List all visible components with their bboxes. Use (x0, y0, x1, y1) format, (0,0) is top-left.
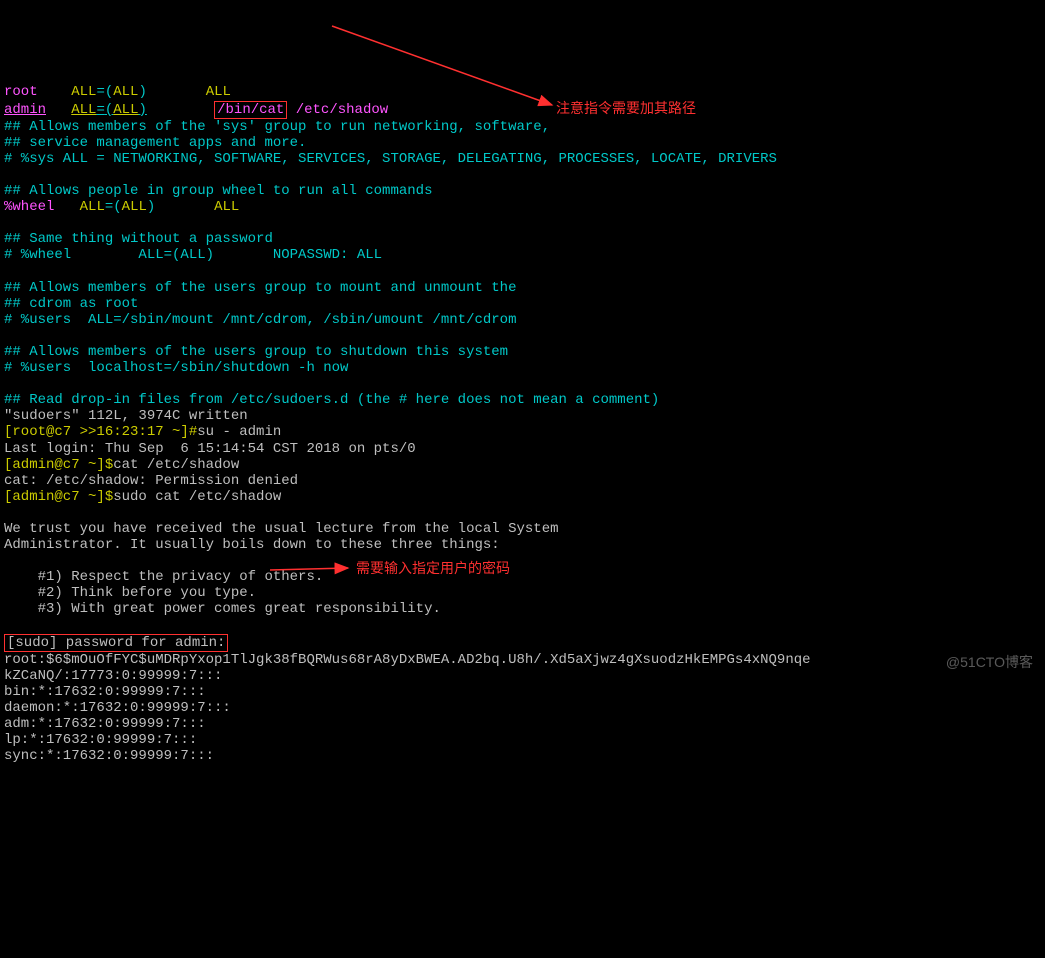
shadow-line: kZCaNQ/:17773:0:99999:7::: (4, 668, 222, 684)
comment: ## Same thing without a password (4, 231, 273, 247)
highlighted-command-path: /bin/cat (214, 101, 287, 119)
group-wheel: %wheel (4, 199, 54, 215)
vim-status: "sudoers" 112L, 3974C written (4, 408, 248, 424)
sudo-rule: #1) Respect the privacy of others. (4, 569, 323, 585)
highlighted-password-prompt: [sudo] password for admin: (4, 634, 228, 652)
sudo-rule: #3) With great power comes great respons… (4, 601, 441, 617)
comment: ## service management apps and more. (4, 135, 306, 151)
cmd-sudo-cat: sudo cat /etc/shadow (113, 489, 281, 505)
comment: ## Allows members of the users group to … (4, 344, 508, 360)
comment: # %sys ALL = NETWORKING, SOFTWARE, SERVI… (4, 151, 777, 167)
runas-all: ALL (113, 84, 138, 100)
terminal-output: root ALL=(ALL) ALL admin ALL=(ALL) /bin/… (4, 68, 1041, 764)
shadow-line: sync:*:17632:0:99999:7::: (4, 748, 214, 764)
comment: ## Read drop-in files from /etc/sudoers.… (4, 392, 659, 408)
shadow-line: root:$6$mOuOfFYC$uMDRpYxop1TlJgk38fBQRWu… (4, 652, 811, 668)
cmd-all: ALL (206, 84, 231, 100)
prompt-root: [root@c7 >>16:23:17 ~]# (4, 424, 197, 440)
paren: ) (138, 102, 146, 118)
paren: ) (147, 199, 155, 215)
user-root: root (4, 84, 38, 100)
paren: ) (138, 84, 146, 100)
comment: ## Allows members of the 'sys' group to … (4, 119, 550, 135)
runas-all: ALL (113, 102, 138, 118)
annotation-note-password: 需要输入指定用户的密码 (356, 560, 510, 576)
comment: ## Allows members of the users group to … (4, 280, 516, 296)
spec-all: ALL (71, 102, 96, 118)
eq: = (96, 102, 104, 118)
paren: ( (105, 84, 113, 100)
error-perm-denied: cat: /etc/shadow: Permission denied (4, 473, 298, 489)
watermark: @51CTO博客 (946, 654, 1033, 670)
sudo-lecture: Administrator. It usually boils down to … (4, 537, 500, 553)
eq: = (105, 199, 113, 215)
comment: # %users ALL=/sbin/mount /mnt/cdrom, /sb… (4, 312, 516, 328)
spec-all: ALL (80, 199, 105, 215)
runas-all: ALL (122, 199, 147, 215)
sudo-rule: #2) Think before you type. (4, 585, 256, 601)
eq: = (96, 84, 104, 100)
shadow-line: daemon:*:17632:0:99999:7::: (4, 700, 231, 716)
shadow-line: bin:*:17632:0:99999:7::: (4, 684, 206, 700)
spec-all: ALL (71, 84, 96, 100)
cmd-cat: cat /etc/shadow (113, 457, 239, 473)
prompt-admin: [admin@c7 ~]$ (4, 489, 113, 505)
cmd-path: /bin/cat (217, 102, 284, 118)
paren: ( (113, 199, 121, 215)
comment: # %wheel ALL=(ALL) NOPASSWD: ALL (4, 247, 382, 263)
shadow-line: adm:*:17632:0:99999:7::: (4, 716, 206, 732)
cmd-su: su - admin (197, 424, 281, 440)
prompt-admin: [admin@c7 ~]$ (4, 457, 113, 473)
sudo-lecture: We trust you have received the usual lec… (4, 521, 559, 537)
shadow-line: lp:*:17632:0:99999:7::: (4, 732, 197, 748)
paren: ( (105, 102, 113, 118)
cmd-arg: /etc/shadow (287, 102, 388, 118)
comment: # %users localhost=/sbin/shutdown -h now (4, 360, 348, 376)
sudo-password-prompt[interactable]: [sudo] password for admin: (7, 635, 225, 651)
last-login: Last login: Thu Sep 6 15:14:54 CST 2018 … (4, 441, 416, 457)
user-admin: admin (4, 102, 46, 118)
annotation-note-path: 注意指令需要加其路径 (556, 100, 696, 116)
comment: ## cdrom as root (4, 296, 138, 312)
comment: ## Allows people in group wheel to run a… (4, 183, 432, 199)
cmd-all: ALL (214, 199, 239, 215)
